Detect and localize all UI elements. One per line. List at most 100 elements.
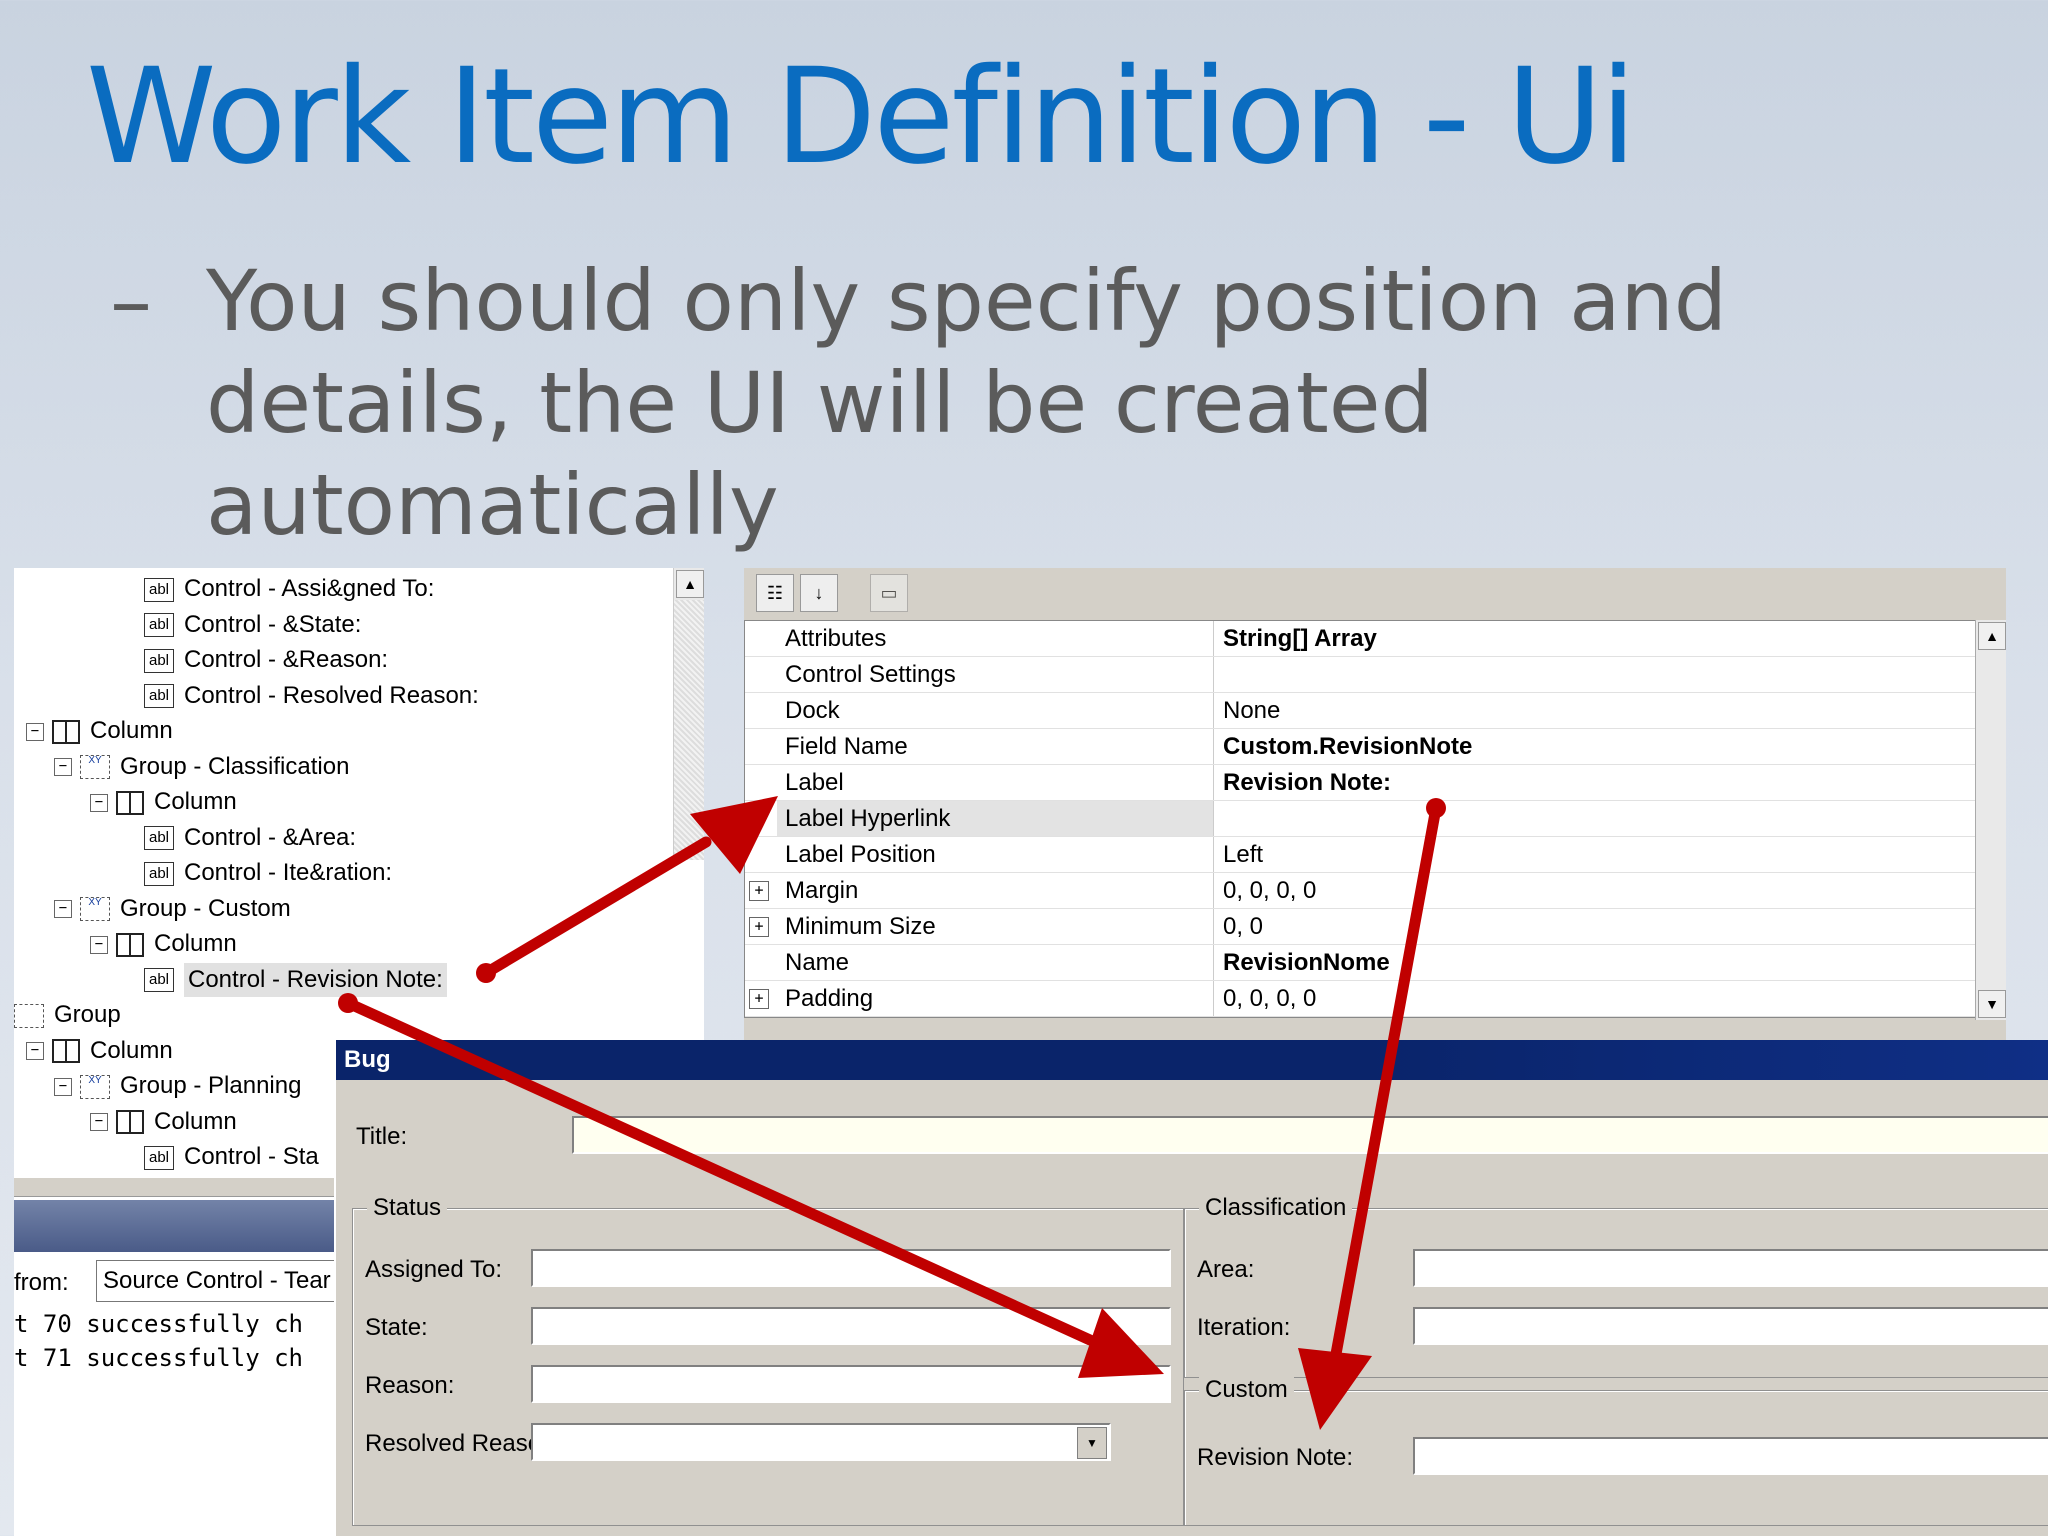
- assigned-to-input[interactable]: [531, 1249, 1171, 1287]
- abl-icon: abl: [144, 577, 174, 602]
- scroll-down-arrow-icon[interactable]: ▼: [1978, 990, 2006, 1018]
- collapse-toggle-icon[interactable]: −: [26, 722, 44, 741]
- area-select[interactable]: ▼: [1413, 1249, 2048, 1287]
- tree-node[interactable]: − Column: [90, 927, 237, 961]
- abl-icon: abl: [144, 1145, 174, 1170]
- property-value[interactable]: 0, 0, 0, 0: [1215, 873, 1963, 908]
- tree-node[interactable]: − Column: [26, 1034, 173, 1068]
- property-value[interactable]: Revision Note:: [1215, 765, 1963, 800]
- expand-plus-icon[interactable]: +: [749, 881, 769, 901]
- property-value[interactable]: 0, 0, 0, 0: [1215, 981, 1963, 1016]
- column-icon: [52, 719, 80, 744]
- scroll-track[interactable]: [674, 600, 704, 860]
- tree-node[interactable]: abl Control - Ite&ration:: [144, 856, 392, 890]
- tree-node-label: Group - Planning: [120, 1072, 302, 1099]
- scroll-up-arrow-icon[interactable]: ▲: [676, 570, 704, 598]
- tree-node[interactable]: Group: [14, 998, 121, 1032]
- reason-input[interactable]: [531, 1365, 1171, 1403]
- property-value[interactable]: RevisionNome: [1215, 945, 1963, 980]
- title-label: Title:: [356, 1123, 408, 1150]
- collapse-toggle-icon[interactable]: −: [90, 935, 108, 954]
- sort-alphabetical-icon[interactable]: ↓: [800, 574, 838, 612]
- property-row[interactable]: Label Revision Note:: [745, 765, 1975, 801]
- tree-node-label: Control - &State:: [184, 610, 362, 638]
- property-row[interactable]: Name RevisionNome: [745, 945, 1975, 981]
- abl-icon: abl: [144, 648, 174, 673]
- collapse-toggle-icon[interactable]: −: [90, 1113, 108, 1132]
- property-row[interactable]: Label Hyperlink: [745, 801, 1975, 837]
- state-input[interactable]: [531, 1307, 1171, 1345]
- tree-node[interactable]: − Column: [90, 785, 237, 819]
- property-name: Margin: [777, 873, 1214, 908]
- iteration-label: Iteration:: [1197, 1314, 1291, 1341]
- tree-node[interactable]: abl Control - &Area:: [144, 821, 356, 855]
- tree-node[interactable]: abl Control - &State:: [144, 608, 361, 642]
- group-icon: [14, 1003, 44, 1028]
- property-row[interactable]: Field Name Custom.RevisionNote: [745, 729, 1975, 765]
- property-row[interactable]: Label Position Left: [745, 837, 1975, 873]
- property-name: Control Settings: [777, 657, 1214, 692]
- property-row[interactable]: + Margin 0, 0, 0, 0: [745, 873, 1975, 909]
- categorized-icon[interactable]: ☷: [756, 574, 794, 612]
- slide-title: Work Item Definition - Ui: [86, 40, 1637, 194]
- scroll-up-arrow-icon[interactable]: ▲: [1978, 622, 2006, 650]
- bullet-text: You should only specify position and det…: [206, 252, 1728, 554]
- collapse-toggle-icon[interactable]: −: [54, 758, 72, 777]
- title-input[interactable]: [572, 1116, 2048, 1154]
- property-value[interactable]: [1215, 801, 1963, 836]
- property-value[interactable]: Custom.RevisionNote: [1215, 729, 1963, 764]
- resolved-reason-select[interactable]: ▼: [531, 1423, 1111, 1461]
- dropdown-arrow-icon[interactable]: ▼: [1077, 1427, 1107, 1459]
- property-value[interactable]: String[] Array: [1215, 621, 1963, 656]
- collapse-toggle-icon[interactable]: −: [54, 900, 72, 919]
- column-icon: [116, 932, 144, 957]
- output-line: t 70 successfully ch: [14, 1310, 303, 1338]
- output-header: [14, 1200, 334, 1252]
- area-label: Area:: [1197, 1256, 1255, 1283]
- abl-icon: abl: [144, 613, 174, 638]
- tree-node[interactable]: − Column: [90, 1105, 237, 1139]
- tree-node-label: Control - Resolved Reason:: [184, 681, 479, 709]
- tree-scrollbar[interactable]: ▲: [673, 568, 704, 860]
- tree-node[interactable]: abl Control - Assi&gned To:: [144, 572, 434, 606]
- collapse-toggle-icon[interactable]: −: [90, 793, 108, 812]
- window-titlebar[interactable]: Bug: [336, 1040, 2048, 1080]
- expand-plus-icon[interactable]: +: [749, 917, 769, 937]
- tree-node[interactable]: − XY Group - Classification: [54, 750, 349, 784]
- property-name: Minimum Size: [777, 909, 1214, 944]
- property-value[interactable]: [1215, 657, 1963, 692]
- property-row[interactable]: Dock None: [745, 693, 1975, 729]
- iteration-select[interactable]: ▼: [1413, 1307, 2048, 1345]
- group-icon: XY: [80, 1074, 110, 1099]
- state-label: State:: [365, 1314, 428, 1341]
- tree-node[interactable]: abl Control - Resolved Reason:: [144, 679, 479, 713]
- abl-icon: abl: [144, 826, 174, 851]
- property-row[interactable]: + Minimum Size 0, 0: [745, 909, 1975, 945]
- tree-node-label: Column: [154, 930, 237, 957]
- property-value[interactable]: Left: [1215, 837, 1963, 872]
- tree-node[interactable]: − Column: [26, 714, 173, 748]
- property-value[interactable]: None: [1215, 693, 1963, 728]
- property-value[interactable]: 0, 0: [1215, 909, 1963, 944]
- tree-node[interactable]: − XY Group - Planning: [54, 1069, 301, 1103]
- property-scrollbar[interactable]: ▲ ▼: [1975, 620, 2006, 1020]
- tree-node-label: Group - Classification: [120, 752, 350, 780]
- expand-plus-icon[interactable]: +: [749, 989, 769, 1009]
- property-row[interactable]: + Padding 0, 0, 0, 0: [745, 981, 1975, 1017]
- revision-note-input[interactable]: [1413, 1437, 2048, 1475]
- property-row[interactable]: Attributes String[] Array: [745, 621, 1975, 657]
- tree-node[interactable]: abl Control - &Reason:: [144, 643, 388, 677]
- assigned-to-label: Assigned To:: [365, 1256, 502, 1283]
- tree-node[interactable]: abl Control - Sta: [144, 1140, 319, 1174]
- output-source-select[interactable]: Source Control - Tear: [96, 1260, 334, 1302]
- property-pages-icon[interactable]: ▭: [870, 574, 908, 612]
- property-name: Dock: [777, 693, 1214, 728]
- bullet-dash: –: [110, 252, 152, 350]
- collapse-toggle-icon[interactable]: −: [26, 1042, 44, 1061]
- splitter[interactable]: [14, 1178, 334, 1197]
- tree-node[interactable]: abl Control - Revision Note:: [144, 962, 447, 997]
- tree-node[interactable]: − XY Group - Custom: [54, 892, 291, 926]
- property-row[interactable]: Control Settings: [745, 657, 1975, 693]
- property-table: Attributes String[] Array Control Settings…: [744, 620, 1976, 1018]
- collapse-toggle-icon[interactable]: −: [54, 1077, 72, 1096]
